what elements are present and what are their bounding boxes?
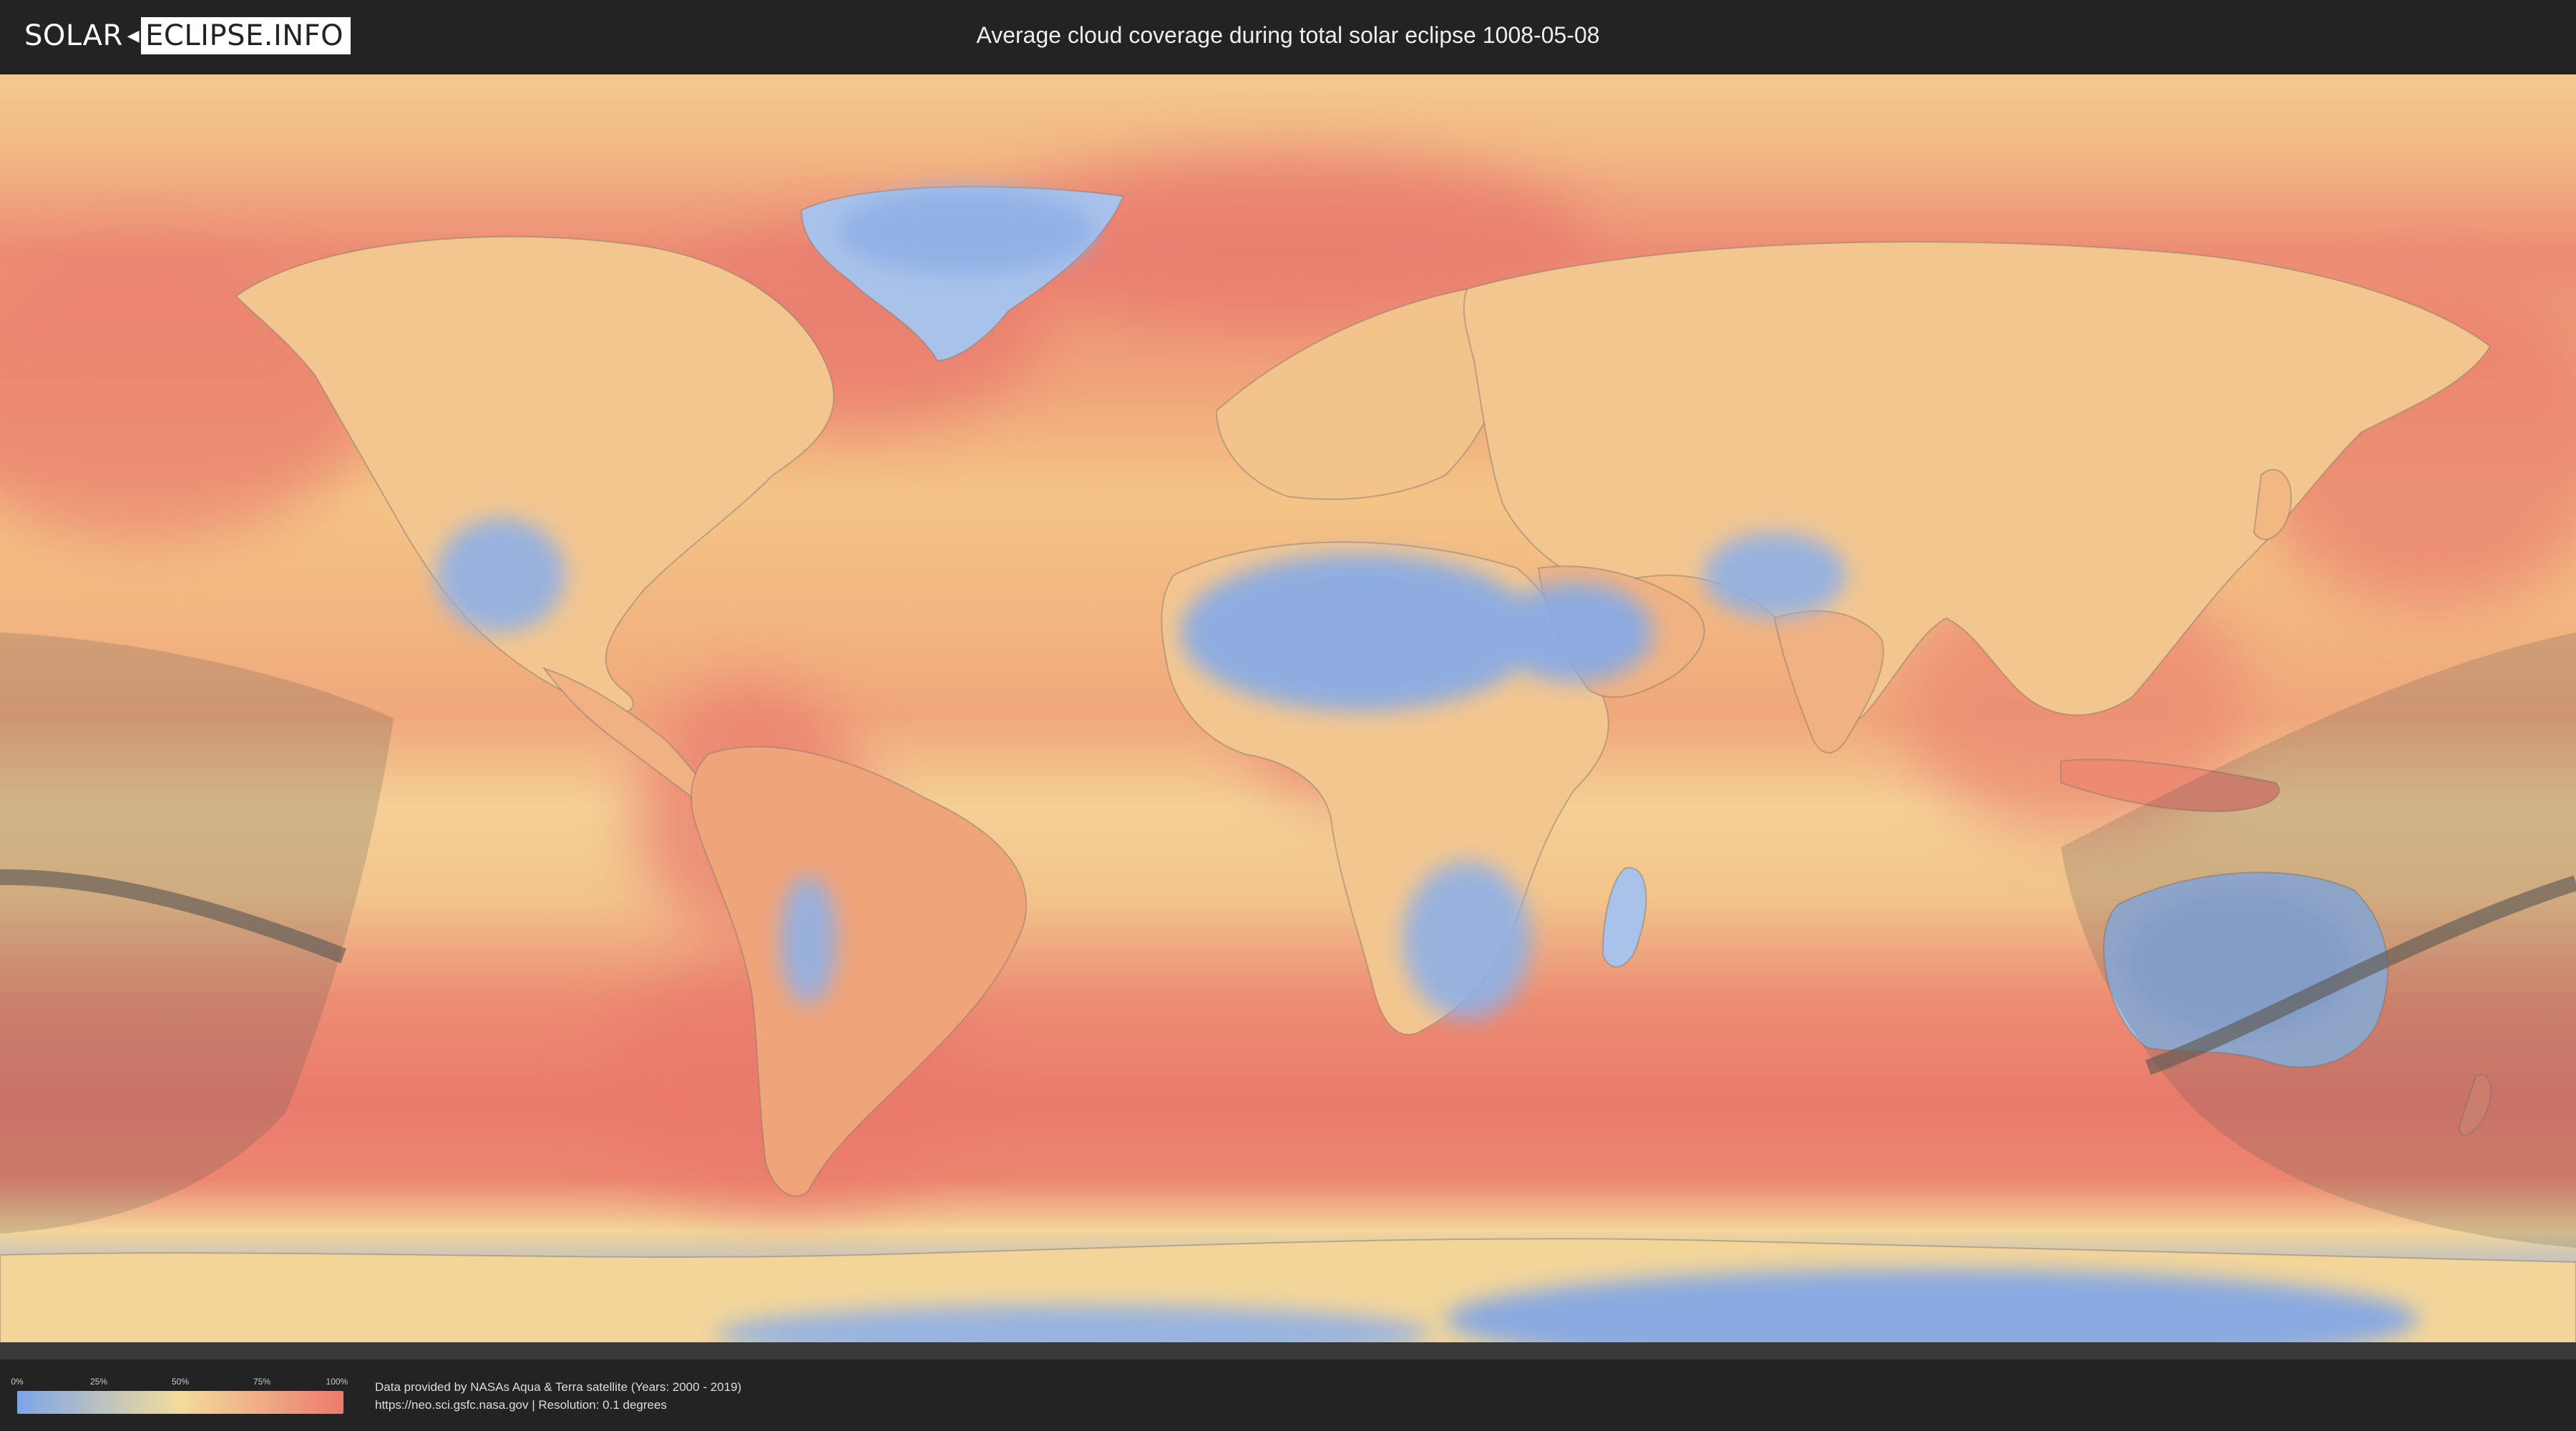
data-credits: Data provided by NASAs Aqua & Terra sate…	[375, 1378, 741, 1414]
credits-line-resolution: https://neo.sci.gsfc.nasa.gov | Resoluti…	[375, 1398, 667, 1412]
header-bar: SOLAR ◀ ECLIPSE.INFO Average cloud cover…	[0, 0, 2576, 72]
page: SOLAR ◀ ECLIPSE.INFO Average cloud cover…	[0, 0, 2576, 1431]
credits-line-source: Data provided by NASAs Aqua & Terra sate…	[375, 1380, 742, 1394]
legend-tick-50: 50%	[171, 1377, 190, 1387]
legend-color-bar	[17, 1391, 343, 1414]
cloud-coverage-map[interactable]	[0, 74, 2576, 1359]
legend-tick-75: 75%	[253, 1377, 271, 1387]
cloud-coverage-legend: 0% 25% 50% 75% 100%	[11, 1377, 348, 1414]
legend-ticks: 0% 25% 50% 75% 100%	[11, 1377, 348, 1391]
map-bottom-fringe	[0, 1342, 2576, 1359]
legend-tick-0: 0%	[11, 1377, 24, 1387]
world-map-svg	[0, 74, 2576, 1359]
footer-bar: 0% 25% 50% 75% 100% Data provided by NAS…	[0, 1359, 2576, 1431]
legend-tick-100: 100%	[326, 1377, 348, 1387]
page-title: Average cloud coverage during total sola…	[976, 22, 1600, 48]
legend-tick-25: 25%	[89, 1377, 108, 1387]
